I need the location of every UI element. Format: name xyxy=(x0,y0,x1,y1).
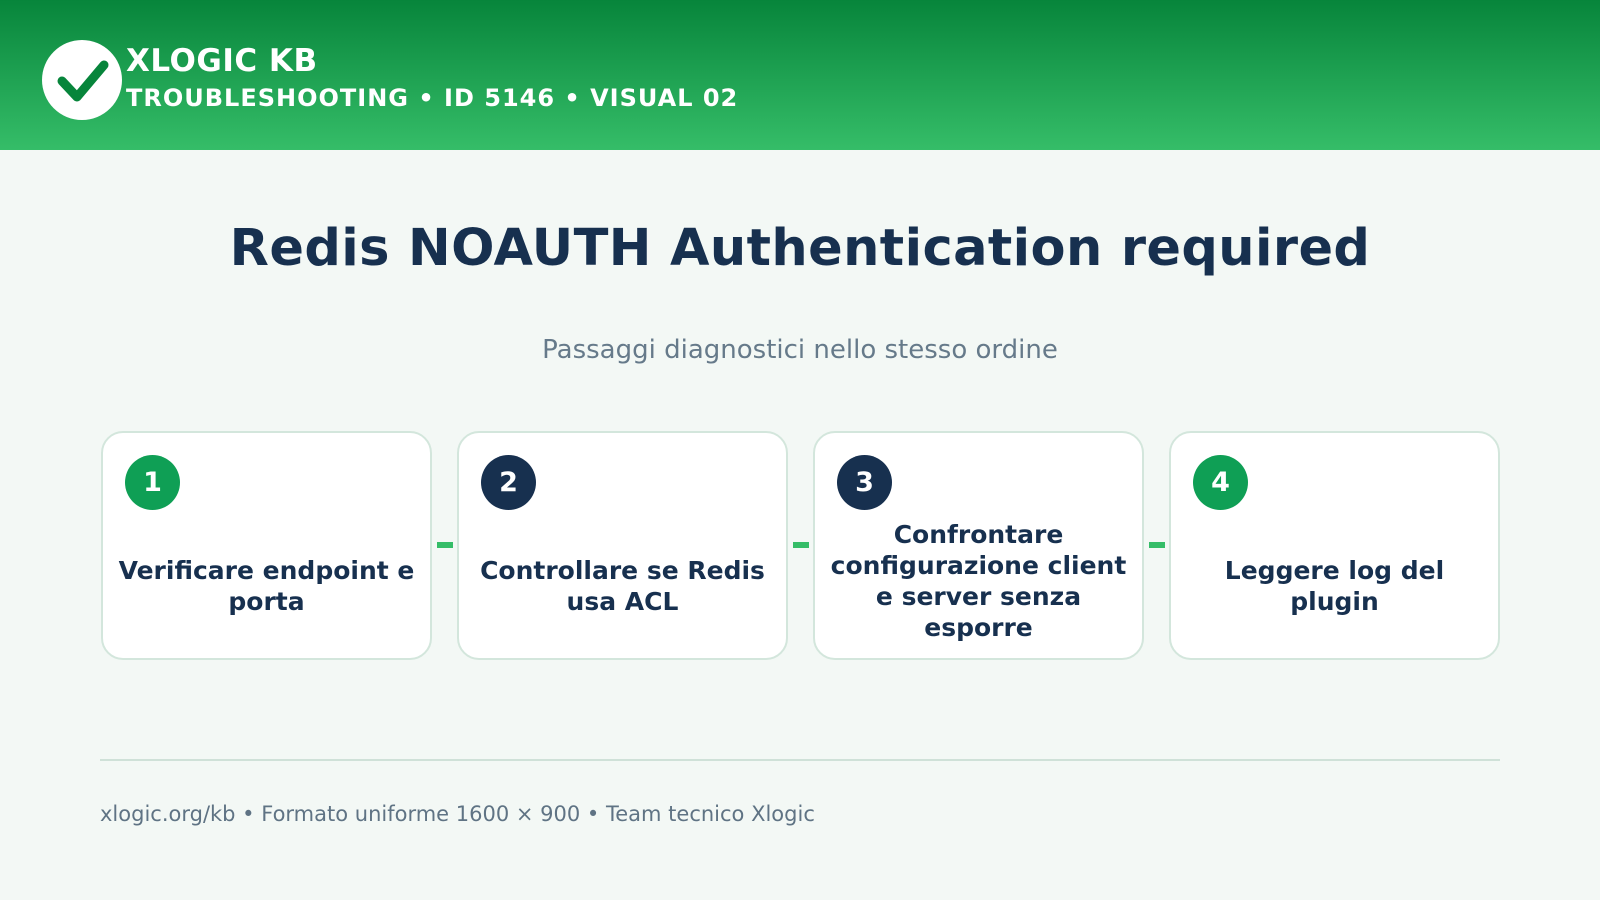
step-number-badge: 2 xyxy=(481,455,536,510)
page: XLOGIC KB TROUBLESHOOTING • ID 5146 • VI… xyxy=(0,0,1600,900)
check-icon xyxy=(57,60,109,102)
step-card-2: 2 Controllare se Redis usa ACL xyxy=(457,431,788,660)
step-connector xyxy=(1149,542,1165,548)
step-card-3: 3 Confrontare configurazione client e se… xyxy=(813,431,1144,660)
step-text: Leggere log del plugin xyxy=(1224,555,1445,616)
step-card-1: 1 Verificare endpoint e porta xyxy=(101,431,432,660)
step-number-badge: 4 xyxy=(1193,455,1248,510)
footer-divider xyxy=(100,759,1500,761)
step-text: Confrontare configurazione client e serv… xyxy=(830,519,1127,642)
step-card-4: 4 Leggere log del plugin xyxy=(1169,431,1500,660)
step-number-badge: 3 xyxy=(837,455,892,510)
logo xyxy=(42,40,122,120)
step-number-badge: 1 xyxy=(125,455,180,510)
footer-text: xlogic.org/kb • Formato uniforme 1600 × … xyxy=(100,802,815,826)
step-connector xyxy=(437,542,453,548)
breadcrumb: TROUBLESHOOTING • ID 5146 • VISUAL 02 xyxy=(126,84,739,112)
page-subtitle: Passaggi diagnostici nello stesso ordine xyxy=(542,335,1058,365)
brand-name: XLOGIC KB xyxy=(126,43,318,79)
header-banner: XLOGIC KB TROUBLESHOOTING • ID 5146 • VI… xyxy=(0,0,1600,150)
step-text: Controllare se Redis usa ACL xyxy=(480,555,765,616)
page-title: Redis NOAUTH Authentication required xyxy=(229,219,1371,278)
step-connector xyxy=(793,542,809,548)
step-text: Verificare endpoint e porta xyxy=(118,555,415,616)
